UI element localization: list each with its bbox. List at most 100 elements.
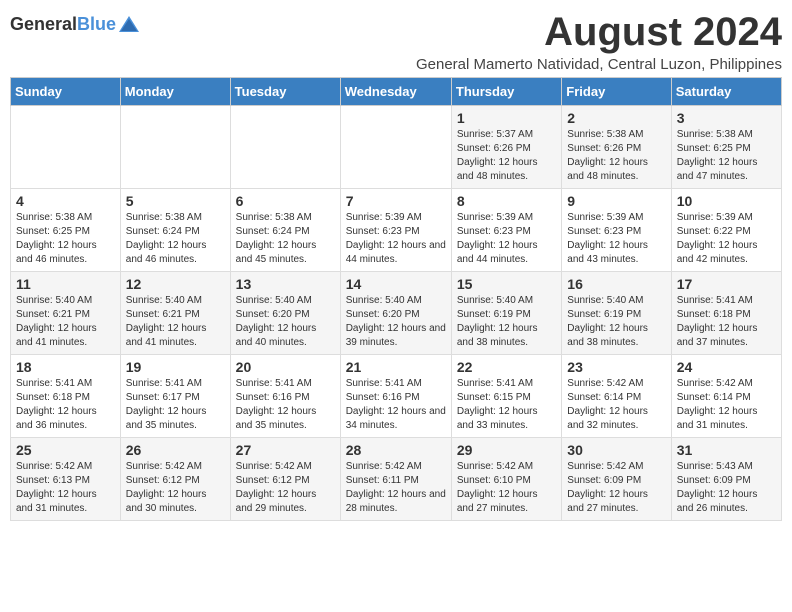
day-info: Sunrise: 5:38 AM Sunset: 6:24 PM Dayligh… — [236, 211, 335, 267]
calendar-cell — [340, 106, 451, 189]
week-row-1: 4 Sunrise: 5:38 AM Sunset: 6:25 PM Daylig… — [11, 189, 782, 272]
calendar-cell: 16Sunrise: 5:40 AM Sunset: 6:19 PM Dayli… — [562, 272, 671, 355]
day-info: Sunrise: 5:38 AM Sunset: 6:24 PM Dayligh… — [126, 211, 225, 267]
calendar-cell: 17 Sunrise: 5:41 AM Sunset: 6:18 PM Dayli… — [671, 272, 781, 355]
calendar-cell: 11 Sunrise: 5:40 AM Sunset: 6:21 PM Dayli… — [11, 272, 121, 355]
day-info: Sunrise: 5:41 AM Sunset: 6:17 PM Dayligh… — [126, 377, 225, 433]
day-number: 2 — [567, 110, 665, 126]
day-info: Sunrise: 5:42 AM Sunset: 6:12 PM Dayligh… — [236, 460, 335, 516]
calendar-cell: 25 Sunrise: 5:42 AM Sunset: 6:13 PM Dayli… — [11, 438, 121, 521]
day-info: Sunrise: 5:40 AM Sunset: 6:21 PM Dayligh… — [16, 294, 115, 350]
header-tuesday: Tuesday — [230, 78, 340, 106]
day-info: Sunrise: 5:42 AM Sunset: 6:14 PM Dayligh… — [567, 377, 665, 433]
calendar-cell: 31 Sunrise: 5:43 AM Sunset: 6:09 PM Dayli… — [671, 438, 781, 521]
calendar-cell: 7 Sunrise: 5:39 AM Sunset: 6:23 PM Daylig… — [340, 189, 451, 272]
calendar-cell: 26 Sunrise: 5:42 AM Sunset: 6:12 PM Dayli… — [120, 438, 230, 521]
logo: GeneralBlue — [10, 10, 140, 36]
day-number: 7 — [346, 193, 446, 209]
day-info: Sunrise: 5:42 AM Sunset: 6:14 PM Dayligh… — [677, 377, 776, 433]
day-info: Sunrise: 5:41 AM Sunset: 6:18 PM Dayligh… — [16, 377, 115, 433]
day-number: 27 — [236, 442, 335, 458]
day-number: 13 — [236, 276, 335, 292]
day-number: 29 — [457, 442, 556, 458]
day-number: 30 — [567, 442, 665, 458]
calendar-cell — [11, 106, 121, 189]
calendar-cell: 13 Sunrise: 5:40 AM Sunset: 6:20 PM Dayli… — [230, 272, 340, 355]
day-number: 20 — [236, 359, 335, 375]
logo-general: General — [10, 14, 77, 34]
day-number: 11 — [16, 276, 115, 292]
calendar-cell: 29 Sunrise: 5:42 AM Sunset: 6:10 PM Dayli… — [451, 438, 561, 521]
day-number: 18 — [16, 359, 115, 375]
day-info: Sunrise: 5:42 AM Sunset: 6:11 PM Dayligh… — [346, 460, 446, 516]
day-number: 4 — [16, 193, 115, 209]
calendar-cell: 18 Sunrise: 5:41 AM Sunset: 6:18 PM Dayli… — [11, 355, 121, 438]
calendar-cell — [230, 106, 340, 189]
calendar-cell — [120, 106, 230, 189]
calendar-table: Sunday Monday Tuesday Wednesday Thursday… — [10, 77, 782, 521]
day-number: 10 — [677, 193, 776, 209]
day-number: 31 — [677, 442, 776, 458]
calendar-cell: 30 Sunrise: 5:42 AM Sunset: 6:09 PM Dayli… — [562, 438, 671, 521]
day-info: Sunrise: 5:41 AM Sunset: 6:16 PM Dayligh… — [236, 377, 335, 433]
day-info: Sunrise: 5:39 AM Sunset: 6:23 PM Dayligh… — [457, 211, 556, 267]
day-number: 15 — [457, 276, 556, 292]
calendar-cell: 20 Sunrise: 5:41 AM Sunset: 6:16 PM Dayli… — [230, 355, 340, 438]
day-number: 23 — [567, 359, 665, 375]
calendar-cell: 2 Sunrise: 5:38 AM Sunset: 6:26 PM Daylig… — [562, 106, 671, 189]
day-number: 6 — [236, 193, 335, 209]
logo-icon — [118, 14, 140, 36]
calendar-cell: 27 Sunrise: 5:42 AM Sunset: 6:12 PM Dayli… — [230, 438, 340, 521]
day-info: Sunrise: 5:39 AM Sunset: 6:22 PM Dayligh… — [677, 211, 776, 267]
header-saturday: Saturday — [671, 78, 781, 106]
calendar-cell: 21Sunrise: 5:41 AM Sunset: 6:16 PM Dayli… — [340, 355, 451, 438]
day-info: Sunrise: 5:41 AM Sunset: 6:18 PM Dayligh… — [677, 294, 776, 350]
calendar-cell: 12 Sunrise: 5:40 AM Sunset: 6:21 PM Dayli… — [120, 272, 230, 355]
day-info: Sunrise: 5:42 AM Sunset: 6:10 PM Dayligh… — [457, 460, 556, 516]
day-info: Sunrise: 5:39 AM Sunset: 6:23 PM Dayligh… — [346, 211, 446, 267]
week-row-3: 18 Sunrise: 5:41 AM Sunset: 6:18 PM Dayli… — [11, 355, 782, 438]
day-info: Sunrise: 5:42 AM Sunset: 6:09 PM Dayligh… — [567, 460, 665, 516]
day-info: Sunrise: 5:39 AM Sunset: 6:23 PM Dayligh… — [567, 211, 665, 267]
calendar-cell: 14 Sunrise: 5:40 AM Sunset: 6:20 PM Dayli… — [340, 272, 451, 355]
day-number: 16 — [567, 276, 665, 292]
day-info: Sunrise: 5:40 AM Sunset: 6:20 PM Dayligh… — [236, 294, 335, 350]
day-info: Sunrise: 5:38 AM Sunset: 6:26 PM Dayligh… — [567, 128, 665, 184]
calendar-cell: 28 Sunrise: 5:42 AM Sunset: 6:11 PM Dayli… — [340, 438, 451, 521]
day-number: 25 — [16, 442, 115, 458]
day-number: 24 — [677, 359, 776, 375]
day-number: 17 — [677, 276, 776, 292]
header-monday: Monday — [120, 78, 230, 106]
calendar-cell: 10 Sunrise: 5:39 AM Sunset: 6:22 PM Dayli… — [671, 189, 781, 272]
calendar-header: Sunday Monday Tuesday Wednesday Thursday… — [11, 78, 782, 106]
day-info: Sunrise: 5:38 AM Sunset: 6:25 PM Dayligh… — [16, 211, 115, 267]
header-thursday: Thursday — [451, 78, 561, 106]
day-info: Sunrise: 5:40 AM Sunset: 6:21 PM Dayligh… — [126, 294, 225, 350]
header-row: Sunday Monday Tuesday Wednesday Thursday… — [11, 78, 782, 106]
day-info: Sunrise: 5:40 AM Sunset: 6:20 PM Dayligh… — [346, 294, 446, 350]
day-number: 28 — [346, 442, 446, 458]
calendar-cell: 9 Sunrise: 5:39 AM Sunset: 6:23 PM Daylig… — [562, 189, 671, 272]
title-section: August 2024 General Mamerto Natividad, C… — [416, 10, 782, 73]
day-info: Sunrise: 5:43 AM Sunset: 6:09 PM Dayligh… — [677, 460, 776, 516]
calendar-cell: 22Sunrise: 5:41 AM Sunset: 6:15 PM Dayli… — [451, 355, 561, 438]
calendar-cell: 15Sunrise: 5:40 AM Sunset: 6:19 PM Dayli… — [451, 272, 561, 355]
day-info: Sunrise: 5:38 AM Sunset: 6:25 PM Dayligh… — [677, 128, 776, 184]
calendar-title: August 2024 — [416, 10, 782, 54]
day-number: 1 — [457, 110, 556, 126]
calendar-cell: 24 Sunrise: 5:42 AM Sunset: 6:14 PM Dayli… — [671, 355, 781, 438]
day-number: 19 — [126, 359, 225, 375]
calendar-body: 1Sunrise: 5:37 AM Sunset: 6:26 PM Daylig… — [11, 106, 782, 521]
day-number: 3 — [677, 110, 776, 126]
day-number: 12 — [126, 276, 225, 292]
header-sunday: Sunday — [11, 78, 121, 106]
calendar-cell: 6 Sunrise: 5:38 AM Sunset: 6:24 PM Daylig… — [230, 189, 340, 272]
calendar-cell: 23 Sunrise: 5:42 AM Sunset: 6:14 PM Dayli… — [562, 355, 671, 438]
header-wednesday: Wednesday — [340, 78, 451, 106]
day-number: 26 — [126, 442, 225, 458]
day-number: 22 — [457, 359, 556, 375]
day-number: 9 — [567, 193, 665, 209]
day-info: Sunrise: 5:42 AM Sunset: 6:13 PM Dayligh… — [16, 460, 115, 516]
day-info: Sunrise: 5:42 AM Sunset: 6:12 PM Dayligh… — [126, 460, 225, 516]
day-number: 14 — [346, 276, 446, 292]
